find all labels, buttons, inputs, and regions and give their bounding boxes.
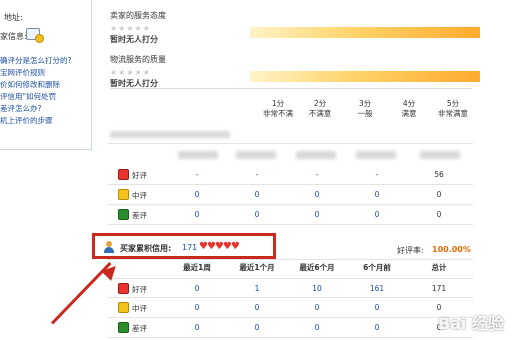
column-header: 最近1周 [183, 263, 211, 272]
table-row: 差评 0 0 0 0 0 [108, 205, 473, 225]
table-row: 差评 0 0 0 0 0 [108, 318, 473, 338]
scale-item: 5分 非常满意 [438, 99, 468, 118]
table-cell[interactable]: 0 [242, 303, 272, 312]
table-cell[interactable]: - [362, 170, 392, 179]
table-cell[interactable]: 0 [182, 190, 212, 199]
scale-item: 4分 满意 [401, 99, 417, 118]
table-row: 中评 0 0 0 0 0 [108, 298, 473, 318]
table-cell[interactable]: - [182, 170, 212, 179]
blurred-seller-header [110, 131, 230, 138]
table-cell: 56 [434, 170, 444, 179]
sidebar-link-mobile[interactable]: 机上评价的步骤 [0, 115, 53, 126]
negative-review-icon [118, 209, 129, 220]
service-attitude-rating: 卖家的服务态度 ★★★★★ 暂时无人打分 [110, 10, 166, 44]
table-cell[interactable]: - [242, 170, 272, 179]
table-cell[interactable]: 0 [182, 323, 212, 332]
star-rating: ★★★★★ [110, 68, 151, 77]
rating-scale: 1分 非常不满 2分 不满意 3分 一般 4分 满意 5分 非常满意 [110, 88, 472, 123]
column-header: 最近1个月 [239, 263, 275, 272]
neutral-review-icon [118, 189, 129, 200]
blurred-header-cell [296, 151, 336, 159]
table-row: 中评 0 0 0 0 0 [108, 185, 473, 205]
row-label: 差评 [132, 211, 147, 220]
certificate-icon[interactable] [26, 28, 44, 43]
good-review-icon [118, 283, 129, 294]
table-cell: 171 [431, 284, 447, 293]
scale-item: 2分 不满意 [308, 99, 332, 118]
rating-gradient-bar [250, 27, 480, 38]
table-cell[interactable]: 0 [302, 303, 332, 312]
scale-item: 3分 一般 [357, 99, 373, 118]
baidu-watermark: Bai 经验 [437, 314, 504, 333]
sidebar-link-modify[interactable]: 价如何修改和删除 [0, 79, 60, 90]
table-cell[interactable]: 0 [242, 190, 272, 199]
scale-item: 1分 非常不满 [263, 99, 293, 118]
table-cell[interactable]: 0 [302, 190, 332, 199]
table-cell[interactable]: 0 [362, 190, 392, 199]
table-cell[interactable]: 0 [302, 323, 332, 332]
column-header: 总计 [431, 263, 447, 272]
blurred-header-cell [178, 151, 218, 159]
divider [108, 259, 473, 260]
table-cell[interactable]: 10 [302, 284, 332, 293]
blurred-header-cell [236, 151, 276, 159]
good-rate-label: 好评率: [397, 246, 424, 255]
good-rate-value: 100.00% [432, 245, 471, 254]
rating-status: 暂时无人打分 [110, 35, 158, 44]
rating-title: 物流服务的质量 [110, 55, 166, 64]
sidebar-link-bad-review[interactable]: 差评怎么办? [0, 103, 41, 114]
table-cell[interactable]: - [302, 170, 332, 179]
rating-title: 卖家的服务态度 [110, 11, 166, 20]
column-header: 最近6个月 [299, 263, 335, 272]
table-cell[interactable]: 1 [242, 284, 272, 293]
highlight-box [92, 233, 276, 259]
row-label: 好评 [132, 285, 147, 294]
table-cell: 0 [436, 210, 442, 219]
negative-review-icon [118, 322, 129, 333]
blurred-header-cell [356, 151, 396, 159]
column-header: 6个月前 [363, 263, 391, 272]
table-cell[interactable]: 0 [362, 323, 392, 332]
table-cell[interactable]: 161 [362, 284, 392, 293]
table-cell[interactable]: 0 [242, 210, 272, 219]
row-label: 差评 [132, 324, 147, 333]
star-rating: ★★★★★ [110, 24, 151, 33]
neutral-review-icon [118, 302, 129, 313]
sidebar-link-rules[interactable]: 宝网评价规则 [0, 67, 45, 78]
table-cell[interactable]: 0 [182, 303, 212, 312]
info-label: 家信息: [0, 32, 27, 41]
table-row: 好评 0 1 10 161 171 [108, 278, 473, 298]
sidebar-link-penalty[interactable]: 评信用"如何处罚 [0, 91, 56, 102]
table-cell: 0 [436, 190, 442, 199]
table-cell[interactable]: 0 [182, 210, 212, 219]
row-label: 好评 [132, 171, 147, 180]
table-cell[interactable]: 0 [242, 323, 272, 332]
good-review-icon [118, 169, 129, 180]
address-label: 地址: [4, 13, 23, 22]
row-label: 中评 [132, 191, 147, 200]
table-cell[interactable]: 0 [302, 210, 332, 219]
row-label: 中评 [132, 304, 147, 313]
table-cell[interactable]: 0 [182, 284, 212, 293]
sidebar-link-score-calc[interactable]: 确评分是怎么打分的? [0, 55, 71, 66]
divider [108, 143, 473, 144]
table-row: 好评 - - - - 56 [108, 165, 473, 185]
blurred-header-cell [420, 151, 460, 159]
rating-gradient-bar [250, 71, 480, 82]
table-cell[interactable]: 0 [362, 210, 392, 219]
logistics-rating: 物流服务的质量 ★★★★★ 暂时无人打分 [110, 54, 166, 88]
table-cell[interactable]: 0 [362, 303, 392, 312]
